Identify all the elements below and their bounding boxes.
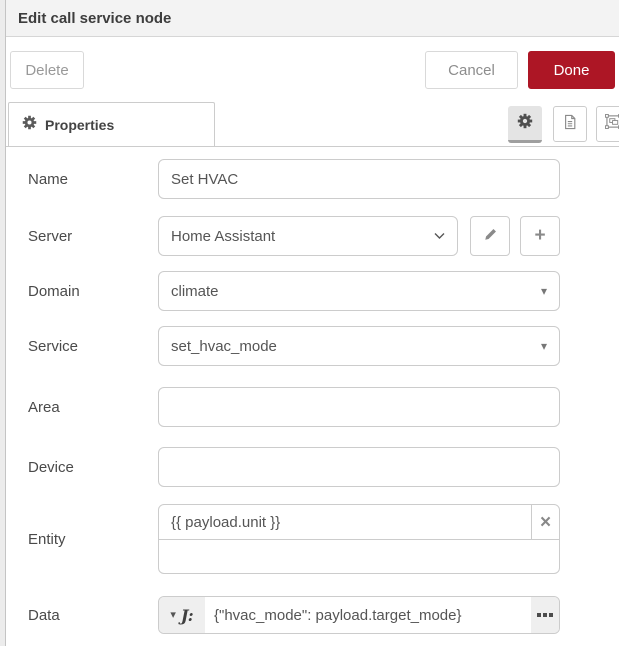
domain-label: Domain — [28, 283, 158, 300]
document-icon — [563, 114, 577, 135]
caret-down-icon: ▾ — [170, 610, 176, 621]
server-edit-button[interactable] — [470, 216, 510, 256]
dialog-header: Edit call service node — [6, 0, 619, 37]
domain-input[interactable] — [158, 271, 560, 311]
ellipsis-icon — [537, 613, 553, 617]
tab-properties-label: Properties — [45, 117, 114, 133]
edit-call-service-node-dialog: Edit call service node Delete Cancel Don… — [0, 0, 619, 646]
area-label: Area — [28, 399, 158, 416]
properties-form: Name Server Home Assistant + — [6, 148, 619, 634]
appearance-tab-button[interactable] — [596, 106, 619, 142]
area-input[interactable] — [158, 387, 560, 427]
entity-list-item: {{ payload.unit }} × — [159, 505, 559, 540]
x-icon: × — [540, 513, 551, 532]
tab-properties[interactable]: Properties — [8, 102, 215, 147]
data-label: Data — [28, 607, 158, 624]
delete-button[interactable]: Delete — [10, 51, 84, 89]
pencil-icon — [484, 228, 497, 244]
jsonata-type-icon: J: — [181, 606, 194, 625]
area-row: Area — [28, 387, 619, 427]
device-label: Device — [28, 459, 158, 476]
done-button[interactable]: Done — [528, 51, 615, 89]
server-label: Server — [28, 228, 158, 245]
entity-label: Entity — [28, 531, 158, 548]
plus-icon: + — [534, 225, 545, 247]
dialog-toolbar: Delete Cancel Done — [6, 37, 619, 100]
gear-icon — [517, 113, 533, 134]
server-select-value: Home Assistant — [171, 228, 275, 245]
service-row: Service ▾ — [28, 326, 619, 366]
entity-remove-button[interactable]: × — [531, 505, 559, 539]
entity-list: {{ payload.unit }} × — [158, 504, 560, 574]
data-input[interactable] — [205, 597, 531, 633]
server-row: Server Home Assistant + — [28, 216, 619, 256]
caret-down-icon: ▾ — [541, 285, 547, 297]
gear-icon — [22, 115, 37, 135]
properties-icon-tab-button[interactable] — [508, 106, 542, 143]
name-row: Name — [28, 159, 619, 199]
server-select[interactable]: Home Assistant — [158, 216, 458, 256]
domain-row: Domain ▾ — [28, 271, 619, 311]
entity-empty-row — [159, 540, 559, 573]
data-type-select-button[interactable]: ▾ J: — [159, 597, 205, 633]
object-group-icon — [605, 114, 619, 134]
data-typed-input: ▾ J: — [158, 596, 560, 634]
caret-down-icon: ▾ — [541, 340, 547, 352]
editor-tab-bar: Properties — [6, 99, 619, 147]
data-expand-button[interactable] — [531, 597, 559, 633]
entity-item-input[interactable]: {{ payload.unit }} — [159, 505, 531, 539]
device-input[interactable] — [158, 447, 560, 487]
name-input[interactable] — [158, 159, 560, 199]
cancel-button[interactable]: Cancel — [425, 51, 518, 89]
service-input[interactable] — [158, 326, 560, 366]
description-tab-button[interactable] — [553, 106, 587, 142]
service-label: Service — [28, 338, 158, 355]
device-row: Device — [28, 447, 619, 487]
entity-row: Entity {{ payload.unit }} × — [28, 504, 619, 574]
dialog-title: Edit call service node — [6, 10, 171, 27]
server-add-button[interactable]: + — [520, 216, 560, 256]
data-row: Data ▾ J: — [28, 596, 619, 634]
name-label: Name — [28, 171, 158, 188]
